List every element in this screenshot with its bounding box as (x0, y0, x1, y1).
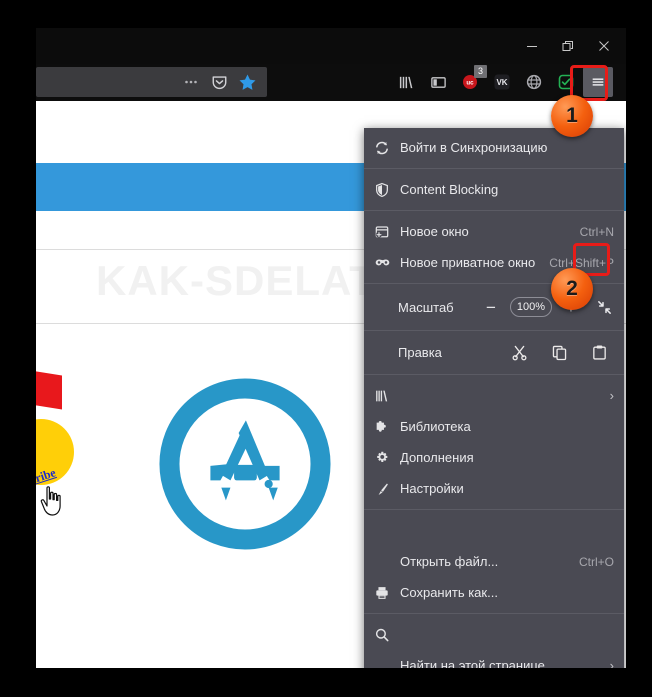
bookmark-star-icon[interactable] (233, 68, 261, 96)
browser-window: uc 3 VK KAK-SDELAT.ORG cribe Войти в Син… (36, 28, 626, 668)
svg-text:uc: uc (466, 80, 474, 87)
menu-separator (364, 330, 624, 331)
puzzle-icon (374, 419, 398, 435)
printer-icon (374, 585, 398, 601)
hand-cursor-icon (40, 486, 61, 516)
close-button[interactable] (586, 31, 622, 61)
menu-separator (364, 374, 624, 375)
pocket-icon[interactable] (205, 68, 233, 96)
globe-translate-icon[interactable] (519, 67, 549, 97)
red-decoration-shape (36, 370, 62, 410)
zoom-level-value[interactable]: 100% (510, 297, 552, 317)
menu-item-new-window[interactable]: Новое окно Ctrl+N (364, 216, 624, 247)
menu-label: Войти в Синхронизацию (400, 140, 548, 155)
page-actions-ellipsis-icon[interactable] (177, 68, 205, 96)
menu-label: Сохранить как... (400, 585, 498, 600)
restore-button[interactable] (550, 31, 586, 61)
menu-item-addons[interactable]: Библиотека (364, 411, 624, 442)
library-icon[interactable] (391, 67, 421, 97)
step-badge-2: 2 (551, 268, 593, 310)
menu-label: Найти на этой странице... (400, 658, 556, 668)
menu-label: Библиотека (400, 419, 471, 434)
menu-item-library[interactable]: › (364, 380, 624, 411)
menu-item-sync[interactable]: Войти в Синхронизацию (364, 132, 624, 163)
menu-row-edit: Правка (364, 336, 624, 369)
chevron-right-icon: › (609, 658, 614, 668)
menu-item-settings[interactable]: Дополнения (364, 442, 624, 473)
chevron-right-icon: › (609, 388, 614, 403)
extension-badge-count: 3 (474, 65, 487, 78)
step-badge-1: 1 (551, 95, 593, 137)
vk-extension-icon[interactable]: VK (487, 67, 517, 97)
scissors-icon[interactable] (508, 342, 530, 364)
gear-icon (374, 450, 398, 466)
app-store-logo (159, 378, 331, 550)
menu-shortcut: Ctrl+O (578, 554, 614, 569)
navigation-toolbar: uc 3 VK (36, 64, 626, 101)
library-books-icon (374, 388, 398, 404)
menu-shortcut: Ctrl+N (579, 224, 614, 239)
menu-item-find-in-page[interactable] (364, 619, 624, 650)
menu-label: Дополнения (400, 450, 474, 465)
shield-icon (374, 182, 398, 198)
uc-browser-extension-icon[interactable]: uc 3 (455, 65, 487, 97)
menu-item-print[interactable]: Сохранить как... (364, 577, 624, 608)
edit-label: Правка (398, 345, 442, 360)
title-bar (36, 28, 626, 64)
zoom-out-button[interactable]: − (478, 294, 504, 320)
menu-label: Новое приватное окно (400, 255, 536, 270)
menu-item-save-as[interactable]: Открыть файл... Ctrl+O (364, 546, 624, 577)
menu-item-open-file[interactable] (364, 515, 624, 546)
menu-label: Новое окно (400, 224, 469, 239)
sidebar-icon[interactable] (423, 67, 453, 97)
private-mask-icon (374, 254, 398, 271)
screenshot-root: uc 3 VK KAK-SDELAT.ORG cribe Войти в Син… (0, 0, 652, 697)
green-shield-extension-icon[interactable] (551, 67, 581, 97)
sync-icon (374, 140, 398, 156)
menu-separator (364, 210, 624, 211)
menu-item-content-blocking[interactable]: Content Blocking (364, 174, 624, 205)
svg-text:VK: VK (496, 78, 507, 87)
firefox-main-menu: Войти в Синхронизацию Content Blocking Н… (364, 128, 624, 668)
menu-item-personalize[interactable]: Настройки (364, 473, 624, 504)
toolbar-extension-icons: uc 3 VK (391, 65, 613, 97)
fullscreen-button[interactable] (590, 294, 618, 320)
menu-label: Content Blocking (400, 182, 499, 197)
minimize-button[interactable] (514, 31, 550, 61)
paste-icon[interactable] (588, 342, 610, 364)
hamburger-menu-icon[interactable] (583, 67, 613, 97)
url-bar[interactable] (36, 67, 267, 97)
menu-separator (364, 509, 624, 510)
search-icon (374, 627, 398, 643)
zoom-label: Масштаб (398, 299, 454, 315)
copy-icon[interactable] (548, 342, 570, 364)
menu-label: Настройки (400, 481, 464, 496)
menu-separator (364, 168, 624, 169)
new-window-icon (374, 224, 398, 240)
menu-item-more[interactable]: Найти на этой странице... › (364, 650, 624, 668)
window-controls (514, 28, 622, 64)
menu-separator (364, 613, 624, 614)
brush-icon (374, 481, 398, 497)
menu-label: Открыть файл... (400, 554, 499, 569)
